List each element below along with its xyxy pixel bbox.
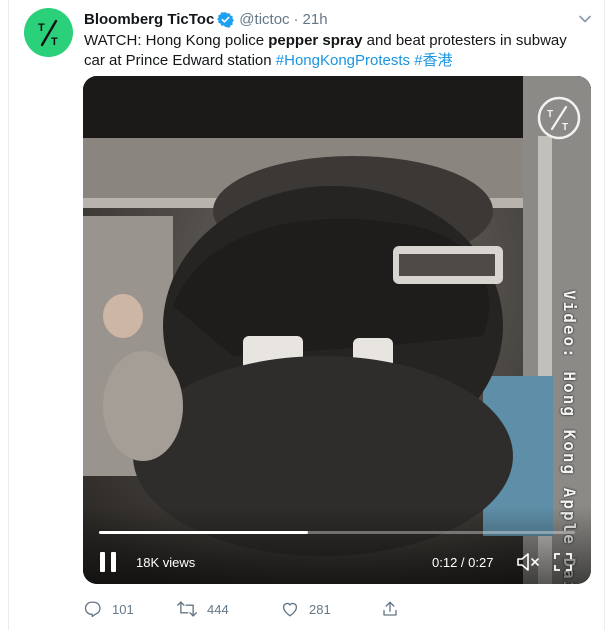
svg-text:T: T xyxy=(547,109,553,120)
retweet-button[interactable]: 444 xyxy=(177,600,229,618)
video-progress-bar[interactable] xyxy=(99,531,575,534)
fullscreen-icon xyxy=(554,553,572,571)
tweet-text-bold: pepper spray xyxy=(268,32,363,49)
tweet-card[interactable]: T T Bloomberg TicToc @tictoc · 21h WATCH… xyxy=(0,0,612,630)
view-count: 18K views xyxy=(136,555,196,570)
retweet-icon xyxy=(177,601,197,617)
retweet-count: 444 xyxy=(207,601,229,617)
tictoc-logo-icon: T T xyxy=(38,19,58,48)
tweet-actions: 101 444 281 xyxy=(84,600,414,620)
reply-button[interactable]: 101 xyxy=(84,600,134,618)
like-count: 281 xyxy=(309,601,331,617)
timestamp[interactable]: 21h xyxy=(303,11,328,28)
tictoc-watermark-icon: T T xyxy=(537,96,581,140)
avatar[interactable]: T T xyxy=(24,8,73,57)
mute-button[interactable] xyxy=(516,551,540,573)
left-border xyxy=(8,0,9,630)
handle[interactable]: @tictoc xyxy=(239,11,289,28)
verified-badge-icon xyxy=(217,11,235,28)
svg-text:T: T xyxy=(38,22,45,34)
svg-text:T: T xyxy=(51,36,58,48)
pause-icon xyxy=(100,552,116,572)
svg-text:T: T xyxy=(562,122,568,133)
video-player[interactable]: T T Video: Hong Kong Apple Daily 18K vie… xyxy=(83,76,591,584)
share-icon xyxy=(383,601,397,616)
share-button[interactable] xyxy=(381,600,399,618)
hashtag-link[interactable]: #HongKongProtests xyxy=(276,52,410,69)
video-timecode: 0:12 / 0:27 xyxy=(432,555,494,570)
tweet-text-part: WATCH: Hong Kong police xyxy=(84,32,269,49)
controls-gradient xyxy=(83,506,591,584)
like-button[interactable]: 281 xyxy=(281,600,331,618)
hashtag-link[interactable]: #香港 xyxy=(414,52,452,69)
reply-icon xyxy=(84,601,101,618)
display-name[interactable]: Bloomberg TicToc xyxy=(84,11,214,28)
right-border xyxy=(604,0,605,630)
reply-count: 101 xyxy=(112,601,134,617)
volume-muted-icon xyxy=(517,553,539,571)
video-progress-fill xyxy=(99,531,309,534)
fullscreen-button[interactable] xyxy=(553,552,573,572)
pause-button[interactable] xyxy=(97,550,119,574)
chevron-down-icon[interactable] xyxy=(576,10,594,28)
heart-icon xyxy=(282,602,298,617)
separator: · xyxy=(293,10,299,28)
tweet-text: WATCH: Hong Kong police pepper spray and… xyxy=(84,31,584,71)
tweet-header: Bloomberg TicToc @tictoc · 21h xyxy=(84,9,328,29)
